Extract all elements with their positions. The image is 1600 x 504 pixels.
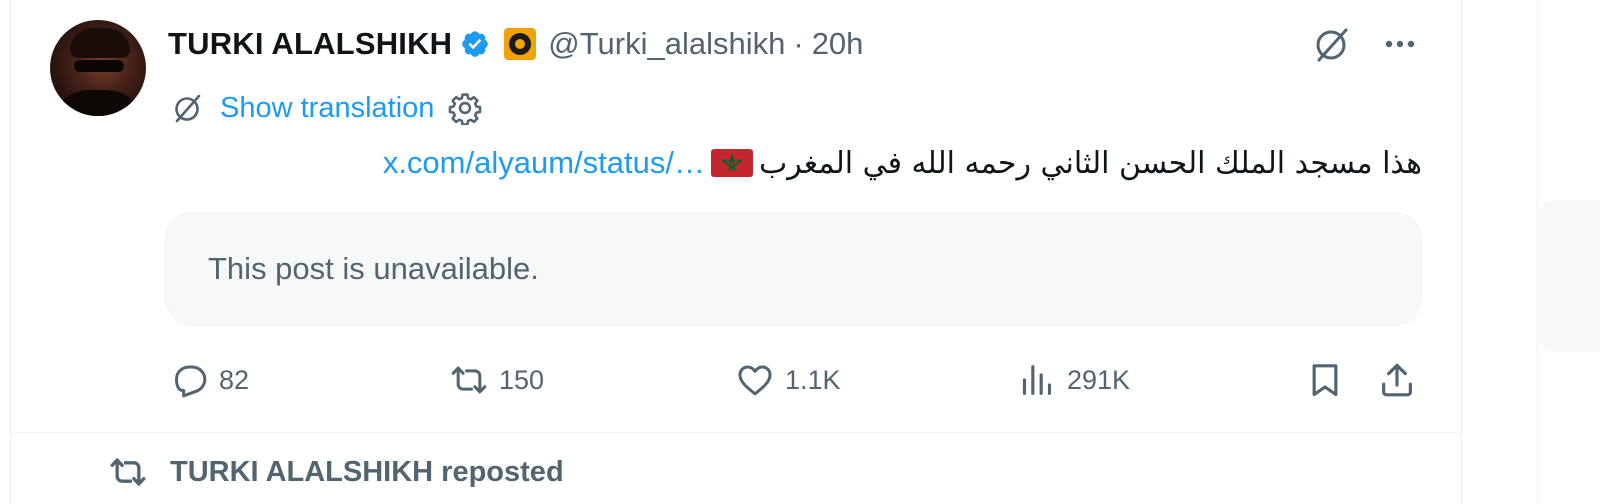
- bookmark-button[interactable]: [1305, 354, 1345, 406]
- unavailable-post-text: This post is unavailable.: [208, 251, 539, 286]
- tweet-top-actions: [1310, 22, 1420, 66]
- morocco-flag-icon: [710, 149, 753, 177]
- grok-icon[interactable]: [1310, 22, 1354, 66]
- analytics-icon: [1022, 365, 1052, 395]
- repost-small-icon: [110, 458, 146, 486]
- repost-count: 150: [499, 364, 545, 395]
- repost-context: TURKI ALALSHIKH reposted: [108, 450, 564, 494]
- like-button[interactable]: 1.1K: [735, 354, 841, 406]
- separator-dot: ·: [793, 26, 804, 61]
- tweet-timestamp[interactable]: 20h: [812, 26, 864, 62]
- views-count: 291K: [1067, 364, 1131, 395]
- quoted-post-card[interactable]: This post is unavailable.: [165, 212, 1422, 326]
- tweet-text: هذا مسجد الملك الحسن الثاني رحمه الله في…: [758, 145, 1422, 181]
- author-handle[interactable]: @Turki_alalshikh: [548, 26, 785, 62]
- tweet-link[interactable]: x.com/alyaum/status/…: [383, 145, 705, 181]
- author-display-name[interactable]: TURKI ALALSHIKH: [168, 26, 452, 62]
- heart-icon: [738, 365, 772, 396]
- share-button[interactable]: [1377, 354, 1417, 406]
- sidebar-card[interactable]: [1538, 200, 1600, 352]
- repost-icon: [451, 366, 487, 394]
- tweet-body: x.com/alyaum/status/… هذا مسجد الملك الح…: [210, 140, 1422, 186]
- reply-icon: [175, 365, 207, 398]
- share-icon: [1382, 363, 1412, 397]
- more-options-icon[interactable]: [1380, 24, 1420, 64]
- show-translation-link[interactable]: Show translation: [220, 92, 434, 125]
- repost-context-label[interactable]: TURKI ALALSHIKH reposted: [170, 456, 564, 489]
- tweet-header: TURKI ALALSHIKH @Turki_alalshikh · 20h: [168, 22, 863, 66]
- tweet-divider: [10, 432, 1462, 433]
- grok-translate-icon: [175, 94, 201, 123]
- tweet-action-bar: 82 150 1.1K 291K: [165, 354, 1425, 406]
- author-avatar[interactable]: [50, 20, 146, 116]
- affiliation-badge-icon[interactable]: [504, 28, 537, 60]
- views-button[interactable]: 291K: [1017, 354, 1130, 406]
- repost-button[interactable]: 150: [449, 354, 544, 406]
- verified-badge-icon[interactable]: [460, 29, 490, 59]
- reply-count: 82: [219, 364, 250, 395]
- bookmark-icon: [1312, 364, 1338, 397]
- reply-button[interactable]: 82: [169, 354, 249, 406]
- gear-icon[interactable]: [448, 91, 482, 125]
- like-count: 1.1K: [785, 364, 841, 395]
- translation-row: Show translation: [170, 88, 482, 128]
